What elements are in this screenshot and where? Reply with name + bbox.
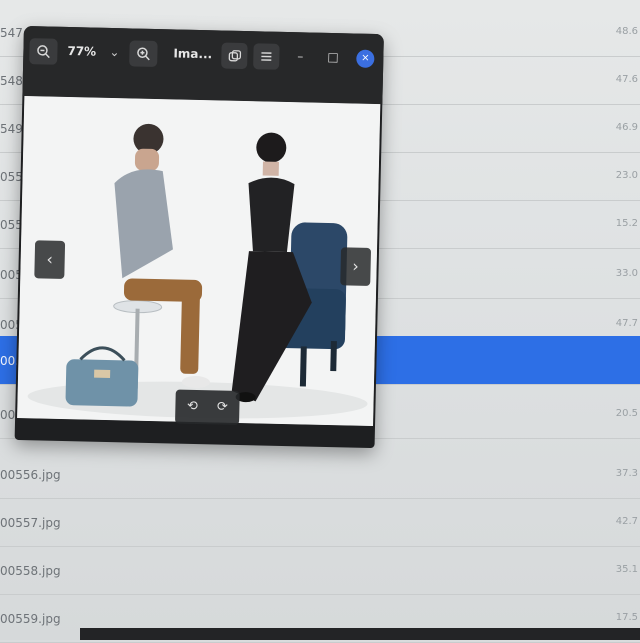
file-row[interactable]: 00556.jpg 37.3 [0,450,640,499]
file-size: 48.6 [616,26,638,37]
file-size: 20.5 [616,408,638,419]
zoom-level[interactable]: 77% [67,44,96,59]
file-size: 35.1 [616,564,638,575]
file-size: 23.0 [616,170,638,181]
image-viewer-window: 77% ⌄ Ima... – □ × [15,26,384,448]
file-size: 47.7 [616,318,638,329]
copy-icon [228,49,241,62]
file-size: 46.9 [616,122,638,133]
file-row[interactable]: 00558.jpg 35.1 [0,546,640,595]
file-name: 00556.jpg [0,468,61,482]
photo-two-people-talking [17,96,380,426]
hamburger-menu-icon [260,50,272,62]
rotate-right-button[interactable]: ⟳ [213,398,231,416]
displayed-image [17,96,380,426]
zoom-out-icon [36,44,50,58]
file-row[interactable]: 00557.jpg 42.7 [0,498,640,547]
file-size: 42.7 [616,516,638,527]
rotate-left-button[interactable]: ⟲ [183,398,201,416]
menu-button[interactable] [253,43,280,70]
previous-image-button[interactable]: ‹ [34,240,65,279]
close-button[interactable]: × [356,50,374,68]
file-name: 00558.jpg [0,564,61,578]
maximize-button[interactable]: □ [327,50,339,64]
zoom-in-button[interactable] [129,40,158,67]
minimize-button[interactable]: – [297,49,303,63]
file-size: 15.2 [616,218,638,229]
copy-button[interactable] [221,42,248,69]
next-image-button[interactable]: › [340,247,371,286]
file-size: 47.6 [616,74,638,85]
rotate-toolbar: ⟲ ⟳ [175,390,240,425]
viewer-header: 77% ⌄ Ima... – □ × [22,26,383,104]
zoom-in-icon [136,47,150,61]
window-title: Ima... [173,46,212,61]
file-name: 547. [0,26,27,40]
file-name: 00559.jpg [0,612,61,626]
file-size: 33.0 [616,268,638,279]
taskbar-edge [80,628,640,640]
chevron-down-icon[interactable]: ⌄ [109,45,119,59]
file-name: 00557.jpg [0,516,61,530]
file-size: 17.5 [616,612,638,623]
file-size: 37.3 [616,468,638,479]
zoom-out-button[interactable] [29,38,58,65]
